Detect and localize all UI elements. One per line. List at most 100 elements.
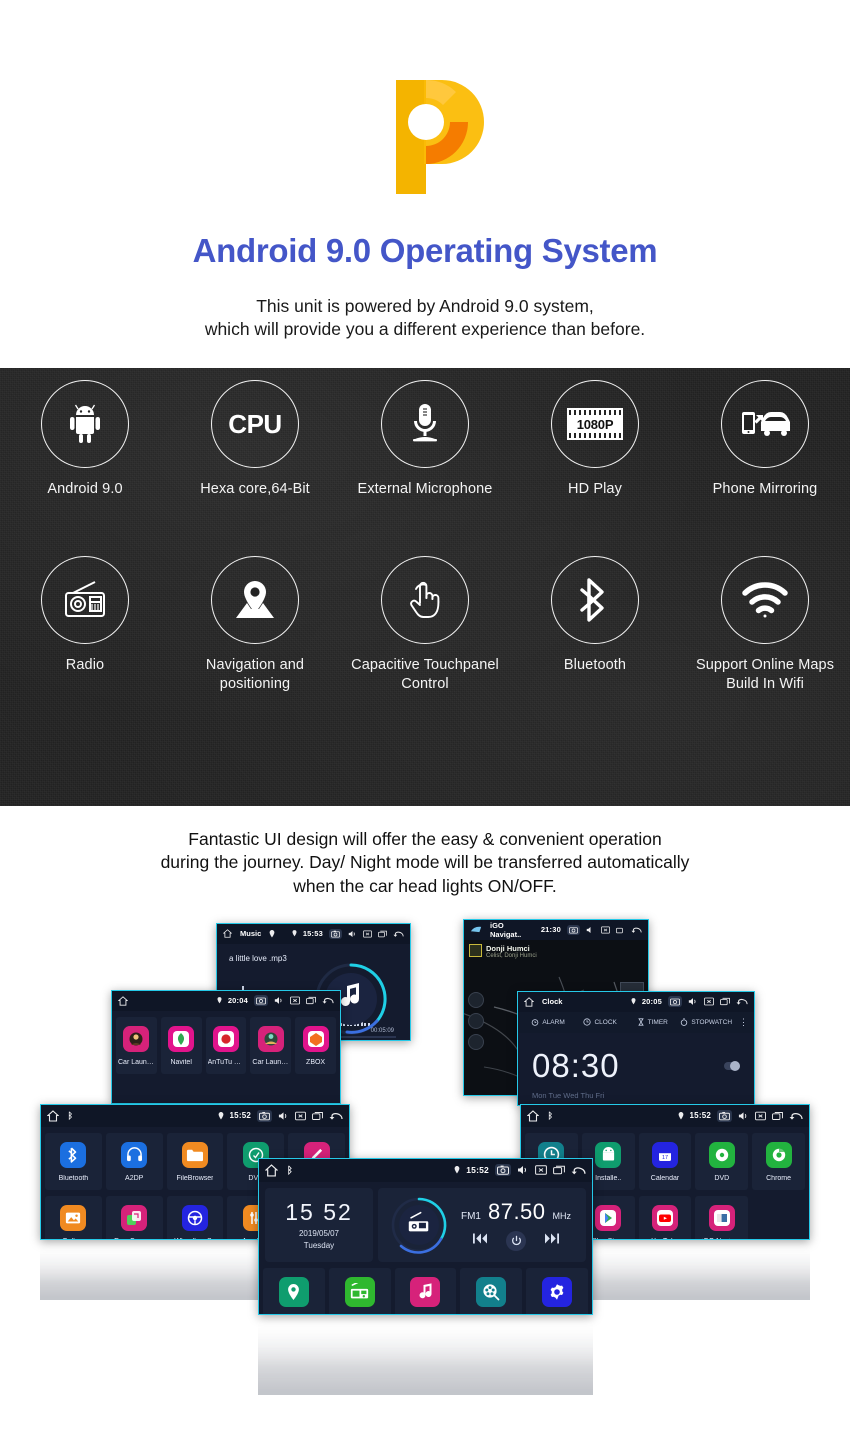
app-tile[interactable]: 17 Calendar (638, 1132, 692, 1190)
tab-stopwatch[interactable]: STOPWATCH (680, 1018, 732, 1027)
navitel-icon[interactable] (168, 1025, 195, 1052)
app-tile[interactable]: iGO Naviga.. (695, 1195, 749, 1239)
zbox-icon[interactable] (302, 1025, 329, 1052)
chrome-icon[interactable] (765, 1141, 792, 1168)
clock-tabs[interactable]: ALARM CLOCK TIMER STOPWATCH ⋮ (518, 1011, 754, 1033)
gear-icon[interactable] (542, 1276, 573, 1307)
power-button[interactable] (506, 1230, 526, 1251)
app-tile[interactable]: DVD (695, 1132, 749, 1190)
app-tile[interactable]: Navitel (160, 1016, 202, 1074)
home-icon[interactable] (265, 1164, 278, 1177)
app-tile[interactable]: Gallery (45, 1195, 102, 1239)
app-tile[interactable]: ZBOX (295, 1016, 336, 1074)
back-icon[interactable] (789, 1111, 803, 1121)
repeat-icon[interactable] (355, 1040, 368, 1041)
radio-controls[interactable] (458, 1230, 574, 1251)
apk-installer-icon[interactable] (595, 1141, 622, 1168)
map-search-icon[interactable] (468, 1033, 484, 1050)
camera-icon[interactable] (257, 1109, 272, 1122)
app-tile[interactable]: Chrome (752, 1132, 805, 1190)
headphones-icon[interactable] (121, 1141, 148, 1168)
screen-off-icon[interactable] (755, 1111, 766, 1121)
screen-off-icon[interactable] (704, 997, 714, 1006)
camera-icon[interactable] (329, 928, 342, 939)
camera-icon[interactable] (254, 995, 268, 1007)
volume-icon[interactable] (586, 926, 595, 934)
back-icon[interactable] (736, 997, 748, 1006)
steering-wheel-icon[interactable] (181, 1204, 208, 1231)
home-icon[interactable] (524, 997, 534, 1007)
folder-icon[interactable] (181, 1141, 208, 1168)
car-launcher-icon[interactable] (257, 1025, 284, 1052)
gallery-icon[interactable] (60, 1204, 87, 1231)
antutu-icon[interactable] (212, 1025, 239, 1052)
app-tile[interactable]: EasyConne.. (105, 1195, 163, 1239)
camera-icon[interactable] (717, 1109, 732, 1122)
radio-widget[interactable]: FM1 87.50 MHz (378, 1187, 586, 1262)
music-note-icon[interactable] (410, 1276, 441, 1307)
recent-apps-icon[interactable] (772, 1111, 783, 1121)
recent-apps-icon[interactable] (720, 997, 730, 1006)
car-launcher-icon[interactable] (123, 1025, 150, 1052)
camera-icon[interactable] (668, 996, 682, 1008)
clock-screen[interactable]: Clock 20:05 ALARM CLOCK TIMER STOPWATCH … (517, 990, 755, 1106)
home-icon[interactable] (118, 996, 128, 1006)
recent-apps-icon[interactable] (616, 926, 625, 934)
volume-icon[interactable] (738, 1111, 749, 1121)
bluetooth-icon[interactable] (60, 1141, 87, 1168)
app-tile[interactable]: Wheelkey S.. (166, 1195, 224, 1239)
recent-apps-icon[interactable] (312, 1111, 323, 1121)
app-tile[interactable]: Music (394, 1267, 457, 1314)
tab-clock[interactable]: CLOCK (576, 1018, 624, 1026)
recent-apps-icon[interactable] (378, 930, 387, 938)
recent-apps-icon[interactable] (306, 996, 316, 1005)
app-tile[interactable]: Car Launch.. (116, 1016, 157, 1074)
volume-icon[interactable] (278, 1111, 289, 1121)
app-tile[interactable]: YouTube (638, 1195, 692, 1239)
back-icon[interactable] (631, 926, 642, 934)
map-compass-icon[interactable] (468, 991, 484, 1008)
app-tile[interactable]: Car Launch.. (250, 1016, 292, 1074)
app-tile[interactable]: Video (460, 1267, 523, 1314)
app-tile[interactable]: Radio (328, 1267, 391, 1314)
app-tile[interactable]: FileBrowser (166, 1132, 224, 1190)
app-tile[interactable]: Bluetooth (45, 1132, 102, 1190)
camera-icon[interactable] (495, 1164, 511, 1177)
volume-icon[interactable] (274, 996, 284, 1005)
tab-alarm[interactable]: ALARM (524, 1018, 572, 1027)
volume-icon[interactable] (688, 997, 698, 1006)
seek-down-icon[interactable] (472, 1232, 488, 1250)
dvd-icon[interactable] (708, 1141, 735, 1168)
home-icon[interactable] (47, 1110, 59, 1122)
home-icon[interactable] (527, 1110, 539, 1122)
seek-up-icon[interactable] (544, 1232, 560, 1250)
youtube-icon[interactable] (651, 1204, 678, 1231)
clock-widget[interactable]: 15 52 2019/05/07 Tuesday (265, 1187, 373, 1262)
map-pin-icon[interactable] (278, 1276, 309, 1307)
recent-apps-icon[interactable] (553, 1165, 565, 1175)
play-store-icon[interactable] (595, 1204, 622, 1231)
screen-off-icon[interactable] (290, 996, 300, 1005)
screen-off-icon[interactable] (601, 926, 610, 934)
screen-off-icon[interactable] (363, 930, 372, 938)
home-icon[interactable] (223, 929, 232, 938)
calendar-icon[interactable]: 17 (651, 1141, 678, 1168)
radio-icon[interactable] (344, 1276, 375, 1307)
igo-nav-icon[interactable] (708, 1204, 735, 1231)
volume-icon[interactable] (517, 1165, 529, 1175)
back-icon[interactable] (329, 1111, 343, 1121)
easyconnect-icon[interactable] (121, 1204, 148, 1231)
map-side-buttons[interactable] (468, 991, 484, 1050)
back-icon[interactable] (322, 996, 334, 1005)
film-reel-icon[interactable] (476, 1276, 507, 1307)
volume-icon[interactable] (348, 930, 357, 938)
tab-timer[interactable]: TIMER (628, 1018, 676, 1026)
overflow-menu-icon[interactable]: ⋮ (736, 1017, 748, 1028)
back-icon[interactable] (571, 1165, 586, 1176)
app-tile[interactable]: AnTuTu Be.. (205, 1016, 247, 1074)
screen-off-icon[interactable] (535, 1165, 547, 1175)
back-icon[interactable] (393, 930, 404, 938)
alarm-toggle[interactable] (724, 1060, 740, 1071)
home-shortcuts[interactable]: Navigation Radio Music (259, 1266, 592, 1314)
app-tile[interactable]: Navigation (263, 1267, 325, 1314)
